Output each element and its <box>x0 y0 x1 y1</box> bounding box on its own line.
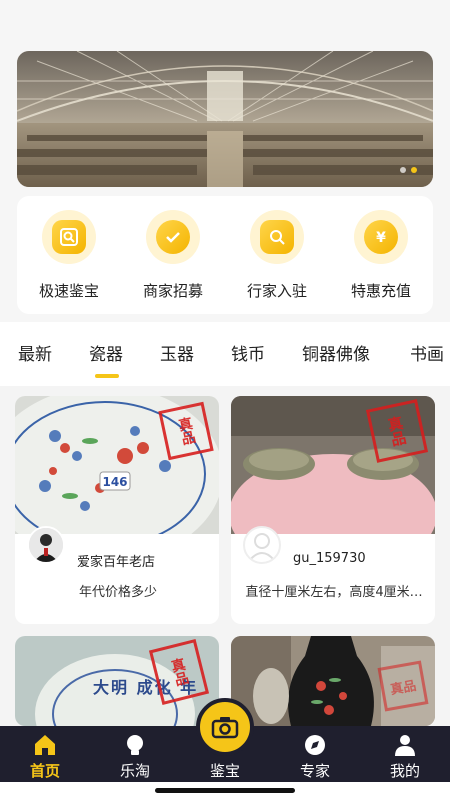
tab-experts-label: 专家 <box>299 762 330 780</box>
quick-action-label: 行家入驻 <box>246 282 307 300</box>
banner-dot[interactable] <box>400 167 406 173</box>
quick-icon-bg <box>250 210 304 264</box>
home-indicator-area <box>0 782 450 800</box>
tab-mine[interactable]: 我的 <box>360 726 450 782</box>
svg-text:146: 146 <box>102 475 127 489</box>
quick-action-label: 商家招募 <box>142 282 203 300</box>
authentic-stamp: 真品 <box>158 401 214 461</box>
quick-icon-bg <box>42 210 96 264</box>
camera-appraisal-button[interactable] <box>196 698 254 756</box>
home-indicator-bar[interactable] <box>155 788 295 793</box>
stamp-text: 真品 <box>389 678 418 698</box>
post-card[interactable]: 真品 gu_159730 直径十厘米左右，高度4厘米… <box>231 396 435 624</box>
post-card[interactable]: 真品 <box>231 636 435 726</box>
post-description: 直径十厘米左右，高度4厘米… <box>245 585 423 600</box>
post-description: 年代价格多少 <box>78 585 157 600</box>
tab-painting-calligraphy[interactable]: 书画 <box>410 340 444 365</box>
authentic-stamp: 真品 <box>377 660 429 712</box>
discount-recharge-icon: ¥ <box>364 220 398 254</box>
stamp-text: 真品 <box>167 656 191 688</box>
avatar[interactable] <box>243 526 281 564</box>
terracotta-warriors-photo <box>17 51 433 187</box>
stamp-text: 真品 <box>384 414 409 448</box>
tab-latest[interactable]: 最新 <box>18 340 52 365</box>
quick-action-fast-appraisal[interactable]: 极速鉴宝 <box>24 210 114 301</box>
authentic-stamp: 真品 <box>365 399 429 463</box>
fast-appraisal-icon <box>52 220 86 254</box>
tab-mine-label: 我的 <box>389 762 420 780</box>
tab-coins[interactable]: 钱币 <box>231 340 265 365</box>
quick-icon-bg: ¥ <box>354 210 408 264</box>
post-username[interactable]: gu_159730 <box>293 551 366 566</box>
quick-action-label: 特惠充值 <box>350 282 411 300</box>
tab-jade[interactable]: 玉器 <box>160 340 194 365</box>
tab-letao-label: 乐淘 <box>119 762 150 780</box>
home-icon <box>35 735 55 755</box>
svg-text:¥: ¥ <box>376 230 386 246</box>
quick-action-expert-join[interactable]: 行家入驻 <box>232 210 322 301</box>
tab-home-label: 首页 <box>29 762 60 780</box>
active-tab-indicator <box>95 374 119 378</box>
tab-experts[interactable]: 专家 <box>270 726 360 782</box>
lightbulb-icon <box>127 735 143 755</box>
merchant-recruit-icon <box>156 220 190 254</box>
stamp-text: 真品 <box>175 415 197 447</box>
post-username[interactable]: 爱家百年老店 <box>77 551 155 570</box>
post-card[interactable]: 大明 成化 年 真品 <box>15 636 219 726</box>
compass-icon <box>305 735 325 755</box>
user-icon <box>395 735 415 756</box>
quick-action-merchant-recruit[interactable]: 商家招募 <box>128 210 218 301</box>
banner-carousel[interactable] <box>17 51 433 187</box>
tab-appraisal-label: 鉴宝 <box>209 762 240 780</box>
avatar[interactable] <box>27 526 65 564</box>
category-tabs: 最新 瓷器 玉器 钱币 铜器佛像 书画 <box>0 322 450 386</box>
quick-action-discount-recharge[interactable]: ¥ 特惠充值 <box>336 210 426 301</box>
tab-letao[interactable]: 乐淘 <box>90 726 180 782</box>
banner-dot-active[interactable] <box>411 167 417 173</box>
post-feed: 146 真品 爱家百年老店 年代价格多少 真品 gu_159730 直径十厘米左… <box>0 386 450 726</box>
banner-pagination <box>400 167 417 173</box>
quick-actions-card: 极速鉴宝 商家招募 行家入驻 ¥ 特惠充值 <box>17 196 433 314</box>
quick-icon-bg <box>146 210 200 264</box>
tab-porcelain[interactable]: 瓷器 <box>89 340 123 365</box>
camera-icon <box>211 717 239 739</box>
expert-join-icon <box>260 220 294 254</box>
post-card[interactable]: 146 真品 爱家百年老店 年代价格多少 <box>15 396 219 624</box>
tab-home[interactable]: 首页 <box>0 726 90 782</box>
quick-action-label: 极速鉴宝 <box>38 282 99 300</box>
tab-bronze-buddha[interactable]: 铜器佛像 <box>302 340 370 365</box>
